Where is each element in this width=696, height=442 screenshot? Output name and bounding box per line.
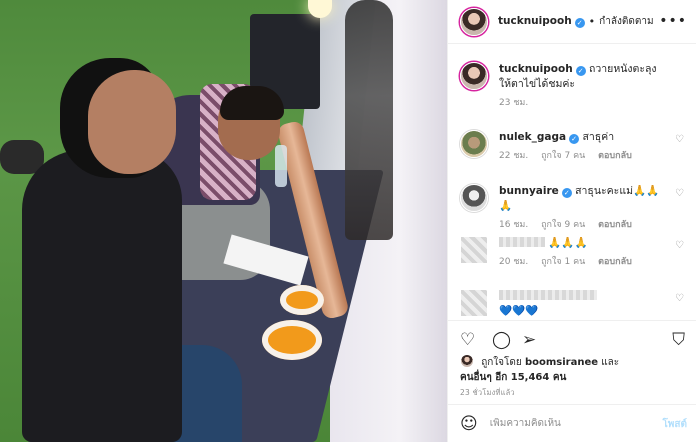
comments-list[interactable]: tucknuipooh ✓ ถวายหนังตะลุงให้ตาไข่ได้ชมค… xyxy=(448,44,696,320)
comment-icon[interactable]: ◯ xyxy=(492,330,511,350)
post-header: tucknuipooh ✓ • กำลังติดตาม ••• xyxy=(448,0,696,44)
following-button[interactable]: กำลังติดตาม xyxy=(599,14,653,29)
comment-likes[interactable]: ถูกใจ 9 คน xyxy=(541,220,585,230)
liker-avatar[interactable] xyxy=(460,354,474,368)
avatar[interactable] xyxy=(460,130,488,158)
avatar[interactable] xyxy=(460,184,488,212)
instagram-post-view: tucknuipooh ✓ • กำลังติดตาม ••• tucknuipo… xyxy=(0,0,696,442)
blurred-username[interactable] xyxy=(499,290,597,300)
share-icon[interactable]: ➢ xyxy=(522,330,536,350)
post-button[interactable]: โพสต์ xyxy=(662,417,687,432)
comment-time[interactable]: 22 ชม. xyxy=(499,151,528,161)
comment-username[interactable]: nulek_gaga xyxy=(499,131,566,143)
comment-username[interactable]: bunnyaire xyxy=(499,185,559,197)
heart-icon[interactable]: ♡ xyxy=(460,330,475,350)
comment-text: 💙💙💙 xyxy=(499,305,539,317)
likes-summary: ถูกใจโดย boomsiranee และ คนอื่นๆ อีก 15,… xyxy=(460,354,690,385)
verified-icon: ✓ xyxy=(575,66,586,76)
comment-input[interactable] xyxy=(489,418,640,429)
reply-button[interactable]: ตอบกลับ xyxy=(598,257,632,267)
add-comment-bar: ☺ โพสต์ xyxy=(448,404,696,442)
header-separator: • xyxy=(588,15,596,28)
more-options-icon[interactable]: ••• xyxy=(659,13,687,29)
comment-text: สาธุค่า xyxy=(582,131,615,143)
header-username[interactable]: tucknuipooh ✓ xyxy=(498,15,585,28)
comment-likes[interactable]: ถูกใจ 7 คน xyxy=(541,151,585,161)
likes-count[interactable]: คนอื่นๆ อีก 15,464 คน xyxy=(460,372,566,383)
comment-time[interactable]: 16 ชม. xyxy=(499,220,528,230)
verified-icon: ✓ xyxy=(574,18,585,28)
emoji-icon[interactable]: ☺ xyxy=(460,414,478,434)
reply-button[interactable]: ตอบกลับ xyxy=(598,220,632,230)
avatar[interactable] xyxy=(460,62,488,90)
liker-username[interactable]: boomsiranee xyxy=(525,357,598,368)
photo-man-hair xyxy=(220,86,284,120)
post-timestamp[interactable]: 23 ชั่วโมงที่แล้ว xyxy=(460,387,515,399)
comment-text: 🙏🙏🙏 xyxy=(548,237,588,249)
verified-icon: ✓ xyxy=(561,188,572,198)
comment-like-icon[interactable]: ♡ xyxy=(675,293,684,304)
comment-time[interactable]: 20 ชม. xyxy=(499,257,528,267)
comment-likes[interactable]: ถูกใจ 1 คน xyxy=(541,257,585,267)
comment-like-icon[interactable]: ♡ xyxy=(675,188,684,199)
photo-shadow-puppet xyxy=(345,0,393,240)
post-side-panel: tucknuipooh ✓ • กำลังติดตาม ••• tucknuipo… xyxy=(447,0,696,442)
likes-prefix: ถูกใจโดย xyxy=(481,357,522,368)
comment-like-icon[interactable]: ♡ xyxy=(675,240,684,251)
comment-like-icon[interactable]: ♡ xyxy=(675,134,684,145)
reply-button[interactable]: ตอบกลับ xyxy=(598,151,632,161)
avatar[interactable] xyxy=(460,289,488,317)
likes-and: และ xyxy=(601,357,620,368)
bookmark-icon[interactable]: ⛉ xyxy=(672,330,685,350)
photo-offering-2 xyxy=(262,320,322,360)
photo-bottle xyxy=(275,145,287,187)
avatar[interactable] xyxy=(460,7,488,36)
photo-offering-1 xyxy=(280,285,324,315)
caption-time[interactable]: 23 ชม. xyxy=(499,98,528,108)
photo-woman-body xyxy=(22,150,182,442)
photo-woman-head xyxy=(88,70,176,174)
blurred-username[interactable] xyxy=(499,237,545,247)
avatar[interactable] xyxy=(460,236,488,264)
verified-icon: ✓ xyxy=(569,134,580,144)
caption-username[interactable]: tucknuipooh xyxy=(499,63,573,75)
post-photo[interactable] xyxy=(0,0,447,442)
